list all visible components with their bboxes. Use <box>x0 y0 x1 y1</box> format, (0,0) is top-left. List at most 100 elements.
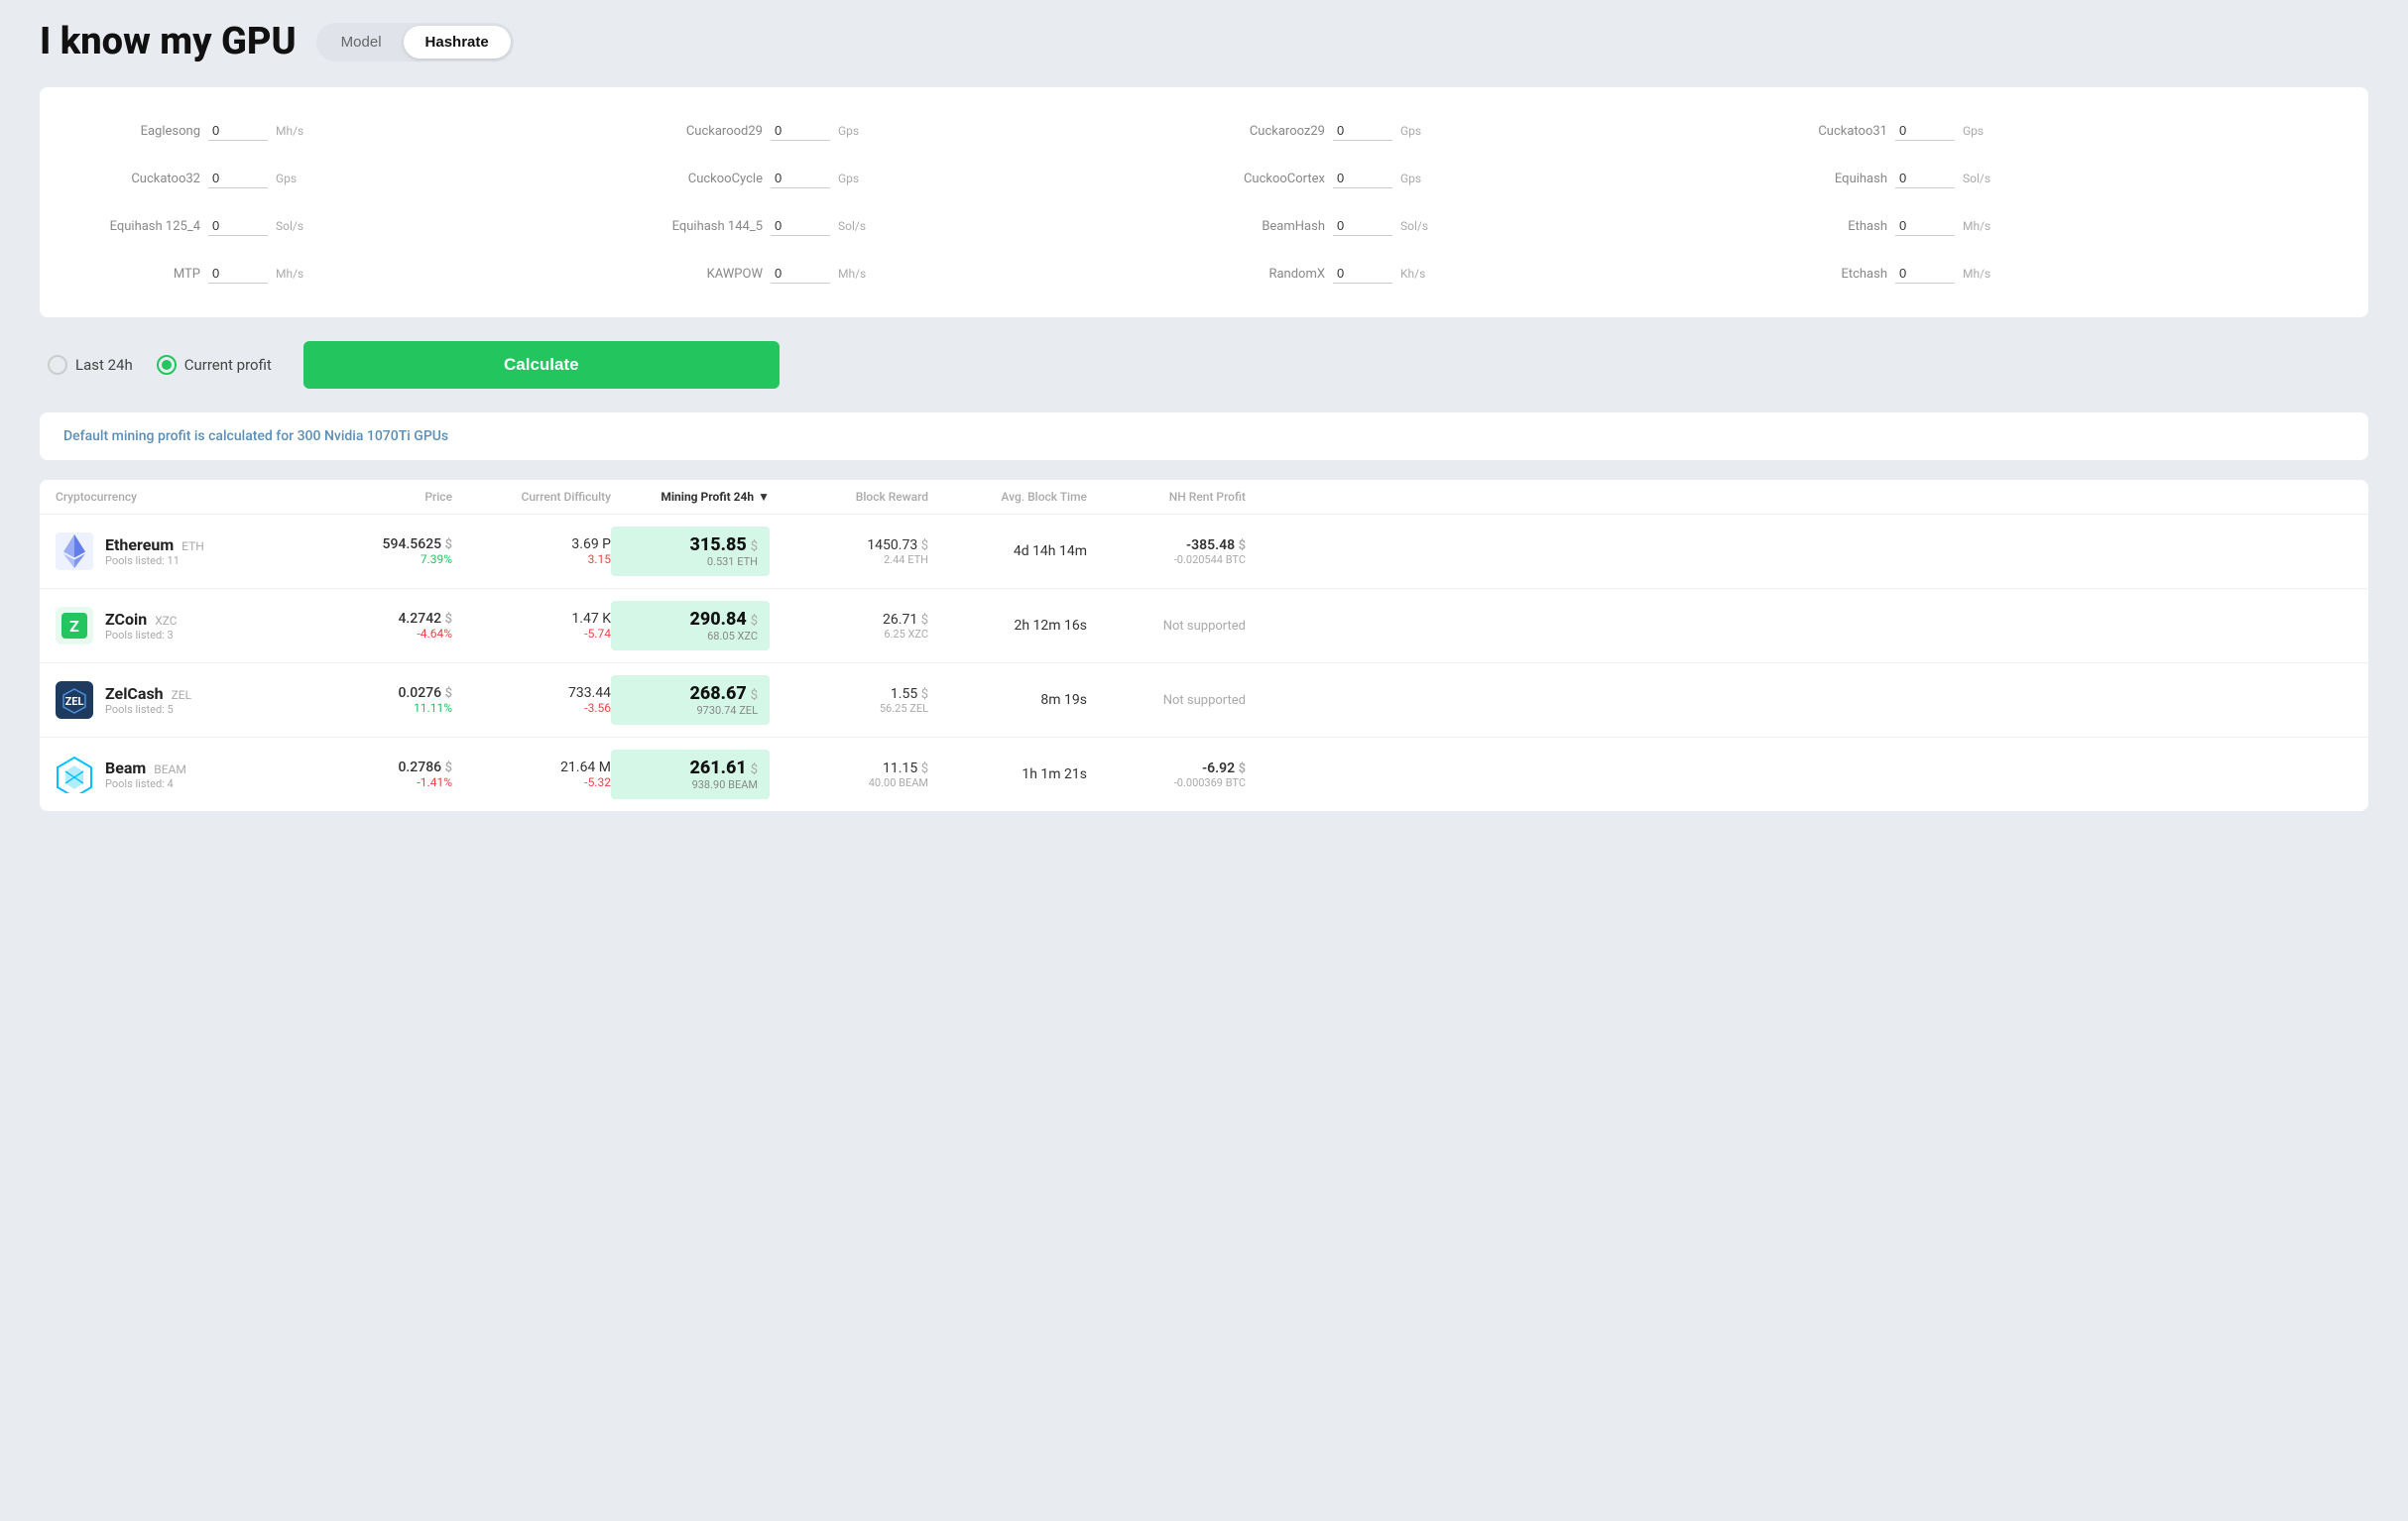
crypto-name-row: ZelCash ZEL <box>105 684 191 703</box>
nh-profit-sub: -0.020544 BTC <box>1087 553 1246 566</box>
profit-dollar: $ <box>751 539 758 554</box>
profit-sub: 68.05 XZC <box>623 630 758 643</box>
hashrate-unit: Sol/s <box>838 219 866 233</box>
difficulty-cell: 21.64 M -5.32 <box>452 760 611 789</box>
hashrate-unit: Mh/s <box>838 267 866 281</box>
hashrate-unit: Sol/s <box>276 219 303 233</box>
block-reward-value: 1.55 $ <box>770 686 928 702</box>
difficulty-value: 3.69 P <box>452 536 611 552</box>
block-reward-cell: 11.15 $ 40.00 BEAM <box>770 760 928 789</box>
profit-main-row: 261.61 $ <box>623 758 758 778</box>
crypto-pools: Pools listed: 3 <box>105 629 178 642</box>
hashrate-input[interactable] <box>208 216 268 236</box>
hashrate-label: Eaglesong <box>91 124 200 139</box>
difficulty-change: 3.15 <box>452 552 611 566</box>
block-reward-cell: 1.55 $ 56.25 ZEL <box>770 686 928 715</box>
block-reward-sub: 40.00 BEAM <box>770 776 928 789</box>
block-reward-cell: 1450.73 $ 2.44 ETH <box>770 537 928 566</box>
difficulty-change: -3.56 <box>452 701 611 715</box>
profit-main-row: 315.85 $ <box>623 534 758 555</box>
crypto-pools: Pools listed: 4 <box>105 777 186 790</box>
hashrate-input[interactable] <box>1333 264 1392 284</box>
hashrate-unit: Mh/s <box>1963 219 1990 233</box>
difficulty-value: 1.47 K <box>452 611 611 627</box>
results-table: Cryptocurrency Price Current Difficulty … <box>40 480 2368 811</box>
radio-last24h[interactable]: Last 24h <box>48 355 133 375</box>
radio-current-inner <box>162 360 172 370</box>
hashrate-toggle-button[interactable]: Hashrate <box>404 26 511 58</box>
table-body: Ethereum ETH Pools listed: 11 594.5625 $… <box>40 515 2368 811</box>
sort-arrow-icon: ▼ <box>758 490 770 504</box>
hashrate-input[interactable] <box>208 264 268 284</box>
hashrate-grid: Eaglesong Mh/s Cuckarood29 Gps Cuckarooz… <box>79 115 2329 290</box>
radio-last24h-label: Last 24h <box>75 356 133 374</box>
radio-group: Last 24h Current profit <box>48 355 272 375</box>
hashrate-field-beamhash: BeamHash Sol/s <box>1204 210 1766 242</box>
hashrate-label: CuckooCortex <box>1216 172 1325 186</box>
hashrate-unit: Mh/s <box>1963 267 1990 281</box>
crypto-name: Ethereum <box>105 535 174 554</box>
hashrate-unit: Gps <box>838 172 859 185</box>
price-change: 11.11% <box>333 701 452 715</box>
hashrate-field-cuckoocycle: CuckooCycle Gps <box>642 163 1204 194</box>
hashrate-input[interactable] <box>208 121 268 141</box>
model-toggle-button[interactable]: Model <box>319 26 404 58</box>
hashrate-label: KAWPOW <box>654 267 763 282</box>
nh-not-supported: Not supported <box>1087 619 1246 634</box>
calculate-button[interactable]: Calculate <box>303 341 780 389</box>
profit-main-row: 290.84 $ <box>623 609 758 630</box>
th-avg-block-time: Avg. Block Time <box>928 490 1087 504</box>
radio-current-label: Current profit <box>184 356 272 374</box>
hashrate-field-ethash: Ethash Mh/s <box>1766 210 2329 242</box>
profit-dollar: $ <box>751 762 758 777</box>
nh-profit-value: -385.48 $ <box>1087 537 1246 553</box>
crypto-ticker: BEAM <box>154 762 186 776</box>
hashrate-field-equihash-144_5: Equihash 144_5 Sol/s <box>642 210 1204 242</box>
hashrate-field-cuckarood29: Cuckarood29 Gps <box>642 115 1204 147</box>
hashrate-input[interactable] <box>771 216 830 236</box>
hashrate-unit: Mh/s <box>276 267 303 281</box>
hashrate-input[interactable] <box>208 169 268 188</box>
price-cell: 594.5625 $ 7.39% <box>333 536 452 566</box>
hashrate-label: BeamHash <box>1216 219 1325 234</box>
th-profit[interactable]: Mining Profit 24h ▼ <box>611 490 770 504</box>
hashrate-input[interactable] <box>1333 169 1392 188</box>
radio-current[interactable]: Current profit <box>157 355 272 375</box>
profit-cell: 315.85 $ 0.531 ETH <box>611 526 770 576</box>
crypto-name: Beam <box>105 759 146 777</box>
block-reward-cell: 26.71 $ 6.25 XZC <box>770 612 928 641</box>
table-row: Z ZCoin XZC Pools listed: 3 4.2742 $ -4.… <box>40 589 2368 663</box>
page-title: I know my GPU <box>40 20 297 63</box>
price-value: 4.2742 $ <box>333 611 452 627</box>
hashrate-field-equihash: Equihash Sol/s <box>1766 163 2329 194</box>
hashrate-field-eaglesong: Eaglesong Mh/s <box>79 115 642 147</box>
hashrate-label: Etchash <box>1778 267 1887 282</box>
avg-block-time: 1h 1m 21s <box>928 766 1087 782</box>
hashrate-label: Cuckatoo32 <box>91 172 200 186</box>
nh-profit-value: -6.92 $ <box>1087 760 1246 776</box>
hashrate-unit: Kh/s <box>1400 267 1425 281</box>
hashrate-label: Cuckarooz29 <box>1216 124 1325 139</box>
crypto-cell: Z ZCoin XZC Pools listed: 3 <box>56 607 333 644</box>
hashrate-input[interactable] <box>1333 216 1392 236</box>
hashrate-unit: Gps <box>276 172 297 185</box>
hashrate-input[interactable] <box>1895 121 1955 141</box>
hashrate-label: Equihash <box>1778 172 1887 186</box>
nh-not-supported: Not supported <box>1087 693 1246 708</box>
profit-value: 315.85 <box>689 534 746 555</box>
hashrate-input[interactable] <box>1895 169 1955 188</box>
th-cryptocurrency: Cryptocurrency <box>56 490 333 504</box>
avg-block-time: 4d 14h 14m <box>928 543 1087 559</box>
avg-block-time: 8m 19s <box>928 692 1087 708</box>
hashrate-field-etchash: Etchash Mh/s <box>1766 258 2329 290</box>
crypto-pools: Pools listed: 11 <box>105 554 204 567</box>
difficulty-cell: 1.47 K -5.74 <box>452 611 611 641</box>
hashrate-input[interactable] <box>1895 264 1955 284</box>
hashrate-input[interactable] <box>771 264 830 284</box>
hashrate-input[interactable] <box>1895 216 1955 236</box>
hashrate-input[interactable] <box>771 121 830 141</box>
hashrate-input[interactable] <box>1333 121 1392 141</box>
th-nh-rent: NH Rent Profit <box>1087 490 1246 504</box>
hashrate-input[interactable] <box>771 169 830 188</box>
difficulty-change: -5.74 <box>452 627 611 641</box>
